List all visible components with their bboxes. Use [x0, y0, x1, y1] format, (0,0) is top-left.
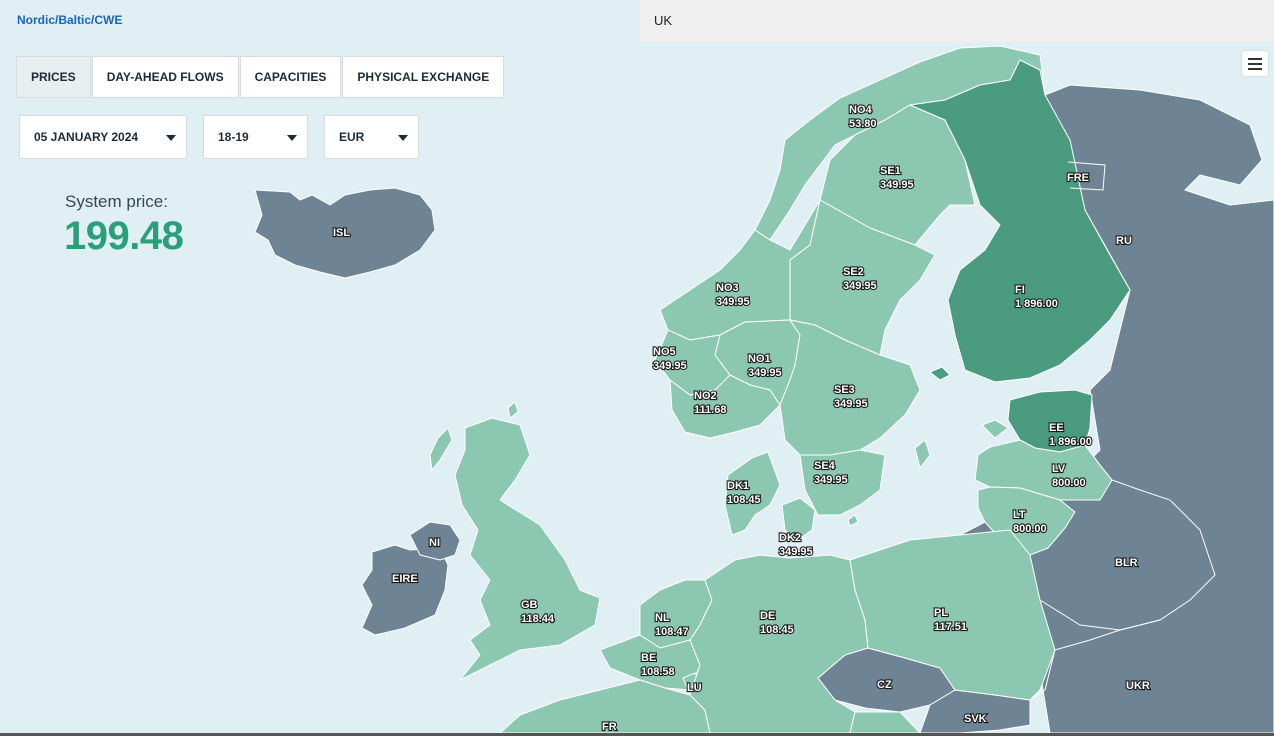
- zone-code-ee: EE: [1049, 422, 1064, 434]
- zone-price-dk1: 108.45: [727, 494, 761, 506]
- zone-code-isl: ISL: [333, 227, 350, 239]
- zone-price-dk2: 349.95: [779, 546, 813, 558]
- zone-code-gb: GB: [521, 599, 538, 611]
- zone-code-fre: FRE: [1067, 172, 1089, 184]
- view-tabs: PRICES DAY-AHEAD FLOWS CAPACITIES PHYSIC…: [16, 56, 505, 98]
- hamburger-menu-icon[interactable]: [1242, 51, 1268, 76]
- system-price-label: System price:: [65, 192, 168, 211]
- zone-code-se1: SE1: [880, 165, 901, 177]
- zone-price-se2: 349.95: [843, 280, 877, 292]
- zone-code-fi: FI: [1015, 284, 1025, 296]
- tab-physical-exchange[interactable]: PHYSICAL EXCHANGE: [342, 56, 505, 98]
- zone-code-ukr: UKR: [1126, 680, 1150, 692]
- zone-code-no4: NO4: [849, 104, 873, 116]
- tab-day-ahead-flows[interactable]: DAY-AHEAD FLOWS: [91, 56, 239, 98]
- region-tab-uk[interactable]: UK: [640, 0, 1274, 42]
- zone-code-dk1: DK1: [727, 480, 749, 492]
- zone-price-ee: 1 896.00: [1049, 436, 1092, 448]
- currency-select-value: EUR: [339, 130, 365, 144]
- zone-code-blr: BLR: [1115, 557, 1138, 569]
- zone-code-ni: NI: [429, 537, 440, 549]
- zone-code-fr: FR: [602, 721, 617, 733]
- zone-code-pl: PL: [934, 607, 948, 619]
- saaremaa-island[interactable]: [981, 419, 1009, 439]
- zone-code-nl: NL: [655, 612, 670, 624]
- region-tab-bar: Nordic/Baltic/CWE UK: [0, 0, 1274, 42]
- zone-price-no4: 53.80: [849, 118, 877, 130]
- caret-down-icon: [166, 135, 176, 141]
- zone-code-no2: NO2: [694, 390, 717, 402]
- zone-code-no3: NO3: [716, 282, 739, 294]
- zone-code-lv: LV: [1052, 463, 1066, 475]
- zone-price-lt: 800.00: [1013, 523, 1047, 535]
- zone-code-lt: LT: [1013, 509, 1026, 521]
- zone-code-se2: SE2: [843, 266, 864, 278]
- caret-down-icon: [398, 135, 408, 141]
- region-tab-nordic-baltic-cwe[interactable]: Nordic/Baltic/CWE: [0, 0, 640, 42]
- zone-price-se3: 349.95: [834, 398, 868, 410]
- zone-code-se3: SE3: [834, 384, 855, 396]
- zone-code-ru: RU: [1116, 235, 1132, 247]
- zone-price-no2: 111.68: [694, 404, 726, 416]
- caret-down-icon: [287, 135, 297, 141]
- zone-price-be: 108.58: [641, 666, 675, 678]
- price-map: NO4 53.80 SE1 349.95 FRE RU ISL SE2 349.95 NO3 349…: [254, 45, 1274, 733]
- zone-price-no1: 349.95: [748, 367, 782, 379]
- de-region[interactable]: [689, 554, 869, 733]
- zone-code-be: BE: [641, 652, 656, 664]
- hebrides-island[interactable]: [429, 427, 453, 471]
- zone-code-no5: NO5: [653, 346, 676, 358]
- zone-price-lv: 800.00: [1052, 477, 1086, 489]
- currency-select[interactable]: EUR: [324, 115, 419, 159]
- zone-code-no1: NO1: [748, 353, 771, 365]
- zone-price-fi: 1 896.00: [1015, 298, 1058, 310]
- system-price-value: 199.48: [64, 214, 184, 258]
- hour-select[interactable]: 18-19: [203, 115, 308, 159]
- zone-code-eire: EIRE: [392, 573, 418, 585]
- zone-price-gb: 118.44: [521, 613, 555, 625]
- hour-select-value: 18-19: [218, 130, 249, 144]
- date-select-value: 05 JANUARY 2024: [34, 130, 139, 144]
- zone-price-no3: 349.95: [716, 296, 750, 308]
- bornholm-island[interactable]: [847, 514, 859, 527]
- zone-price-no5: 349.95: [653, 360, 687, 372]
- zone-price-de: 108.45: [760, 624, 794, 636]
- zone-price-pl: 117.51: [934, 621, 967, 633]
- gb-region[interactable]: [454, 417, 601, 681]
- zone-code-de: DE: [760, 610, 775, 622]
- zone-code-svk: SVK: [964, 713, 987, 725]
- date-select[interactable]: 05 JANUARY 2024: [19, 115, 187, 159]
- zone-code-dk2: DK2: [779, 532, 801, 544]
- aland-island[interactable]: [929, 366, 951, 381]
- zone-code-se4: SE4: [814, 460, 836, 472]
- zone-price-nl: 108.47: [655, 626, 689, 638]
- zone-price-se1: 349.95: [880, 179, 914, 191]
- at-region[interactable]: [849, 711, 921, 733]
- shetland-island[interactable]: [507, 401, 519, 419]
- tab-capacities[interactable]: CAPACITIES: [239, 56, 342, 98]
- zone-price-se4: 349.95: [814, 474, 848, 486]
- gotland-island[interactable]: [914, 439, 931, 469]
- tab-prices[interactable]: PRICES: [16, 56, 91, 98]
- zone-code-cz: CZ: [877, 679, 892, 691]
- zone-code-lu: LU: [687, 682, 702, 694]
